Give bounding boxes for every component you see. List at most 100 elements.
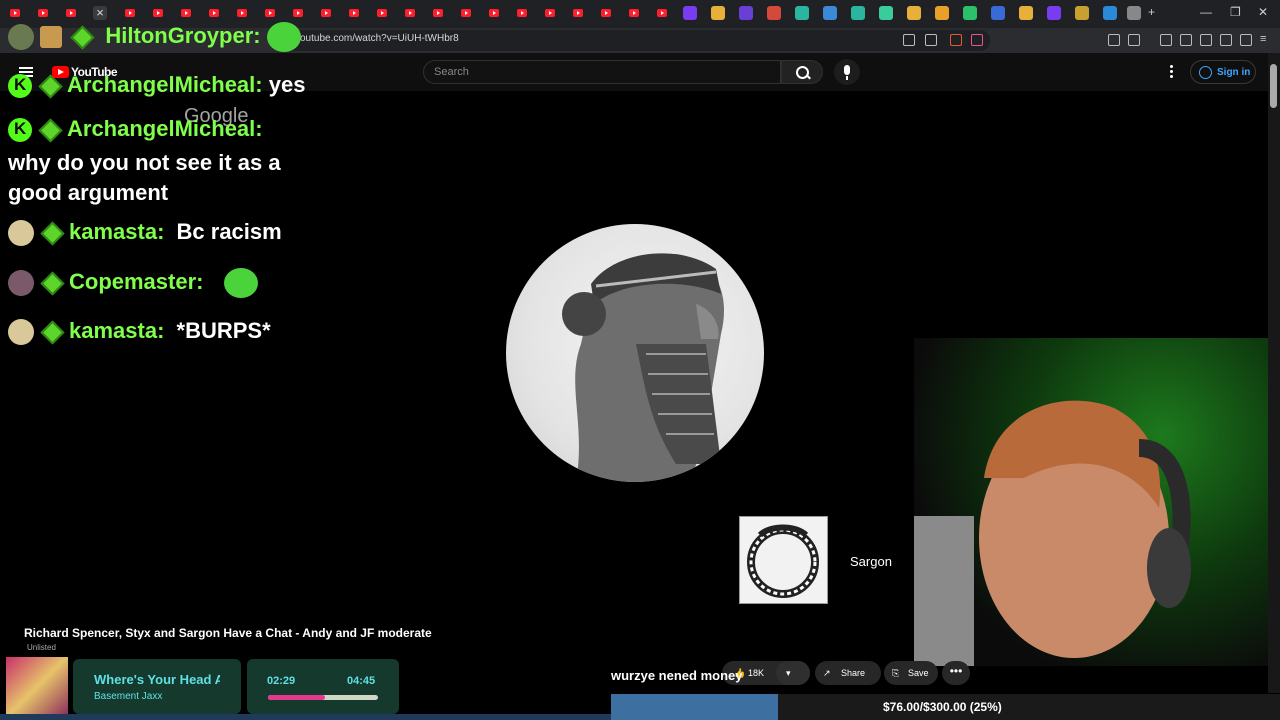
browser-tab[interactable]	[599, 6, 613, 20]
browser-tab[interactable]	[459, 6, 473, 20]
browser-tab[interactable]	[515, 6, 529, 20]
browser-tab[interactable]	[991, 6, 1005, 20]
screen-cast-icon[interactable]	[903, 34, 915, 46]
donation-message: wurzye nened money	[611, 668, 743, 683]
browser-tab[interactable]	[1103, 6, 1117, 20]
browser-tab[interactable]	[907, 6, 921, 20]
media-icon[interactable]	[1160, 34, 1172, 46]
channel-end-card[interactable]	[739, 516, 828, 604]
vpn-icon[interactable]	[1240, 34, 1252, 46]
user-avatar	[8, 319, 34, 346]
thumbs-down-icon: ▾	[786, 668, 791, 678]
dislike-button[interactable]: ▾	[776, 661, 810, 685]
streamer-webcam	[914, 338, 1268, 666]
share-button[interactable]: ↗ Share	[815, 661, 881, 685]
extension-icon[interactable]	[1108, 34, 1120, 46]
sign-in-button[interactable]: Sign in	[1190, 60, 1256, 84]
browser-tab[interactable]	[851, 6, 865, 20]
sidebar-icon[interactable]	[1180, 34, 1192, 46]
supporter-badge-icon	[38, 118, 63, 143]
browser-tab[interactable]	[571, 6, 585, 20]
album-art-image	[6, 657, 68, 717]
share-page-icon[interactable]	[925, 34, 937, 46]
browser-tab[interactable]	[823, 6, 837, 20]
donation-goal-fill	[611, 694, 779, 720]
search-icon[interactable]	[781, 60, 823, 84]
browser-tab[interactable]	[711, 6, 725, 20]
minimize-icon[interactable]: —	[1200, 5, 1212, 19]
download-icon[interactable]	[1220, 34, 1232, 46]
browser-tab[interactable]	[963, 6, 977, 20]
browser-tab[interactable]	[347, 6, 361, 20]
browser-tab[interactable]	[319, 6, 333, 20]
browser-tab[interactable]	[795, 6, 809, 20]
browser-tab[interactable]	[64, 6, 78, 20]
browser-tab[interactable]	[739, 6, 753, 20]
chat-message: ArchangelMicheal:	[8, 116, 263, 143]
browser-tab[interactable]	[487, 6, 501, 20]
browser-tab[interactable]	[403, 6, 417, 20]
wallet-icon[interactable]	[1200, 34, 1212, 46]
browser-tab[interactable]	[683, 6, 697, 20]
chat-username: ArchangelMicheal:	[67, 116, 263, 141]
chat-username: Copemaster:	[69, 268, 204, 294]
brave-shield-icon[interactable]	[950, 34, 962, 46]
search-input[interactable]	[423, 60, 781, 84]
extension-icon[interactable]	[1128, 34, 1140, 46]
browser-tab[interactable]	[235, 6, 249, 20]
new-tab-icon[interactable]: +	[1148, 5, 1155, 19]
browser-tab[interactable]	[8, 6, 22, 20]
song-artist: Basement Jaxx	[94, 691, 163, 702]
sargon-portrait-image	[506, 224, 764, 482]
donation-goal-text: $76.00/$300.00 (25%)	[883, 700, 1002, 714]
taskbar-strip	[0, 714, 611, 720]
chat-username: ArchangelMicheal:	[67, 72, 263, 97]
browser-tab[interactable]	[1075, 6, 1089, 20]
supporter-badge-icon	[40, 270, 65, 296]
browser-tab[interactable]	[655, 6, 669, 20]
chat-username: kamasta:	[69, 318, 165, 343]
chat-username: kamasta:	[69, 219, 165, 244]
like-count: 18K	[748, 668, 765, 678]
close-tab-icon[interactable]: ×	[93, 6, 107, 20]
url-text[interactable]: youtube.com/watch?v=UiUH-tWHbr8	[295, 33, 459, 44]
supporter-badge-icon	[70, 24, 95, 50]
browser-tab[interactable]	[767, 6, 781, 20]
browser-tab[interactable]	[879, 6, 893, 20]
browser-tab[interactable]	[123, 6, 137, 20]
browser-menu-icon[interactable]: ≡	[1260, 34, 1272, 46]
browser-tab[interactable]	[935, 6, 949, 20]
more-options-icon[interactable]	[1170, 65, 1174, 79]
kick-badge-icon	[8, 74, 32, 99]
microphone-icon[interactable]	[834, 59, 860, 85]
maximize-icon[interactable]: ❐	[1230, 5, 1241, 19]
browser-tab[interactable]	[151, 6, 165, 20]
chat-username: HiltonGroyper:	[105, 22, 261, 48]
song-total-time: 04:45	[347, 675, 376, 687]
search-placeholder: Search	[434, 66, 469, 78]
gift-badge-icon	[40, 26, 63, 48]
end-card-channel-name[interactable]: Sargon	[850, 554, 892, 569]
browser-tab[interactable]	[431, 6, 445, 20]
browser-tab[interactable]	[1047, 6, 1061, 20]
page-scrollbar[interactable]	[1268, 53, 1280, 693]
browser-tab[interactable]	[1019, 6, 1033, 20]
browser-tab[interactable]	[291, 6, 305, 20]
browser-tab[interactable]	[375, 6, 389, 20]
browser-tab[interactable]	[207, 6, 221, 20]
rewards-icon[interactable]	[971, 34, 983, 46]
browser-tab[interactable]	[543, 6, 557, 20]
scrollbar-thumb[interactable]	[1270, 64, 1277, 108]
save-button[interactable]: ⎘ Save	[884, 661, 938, 685]
more-actions-button[interactable]: •••	[942, 661, 970, 685]
browser-tab[interactable]	[627, 6, 641, 20]
browser-tab[interactable]	[36, 6, 50, 20]
song-current-time: 02:29	[267, 675, 296, 687]
close-window-icon[interactable]: ✕	[1258, 5, 1268, 19]
chat-message: kamasta: *BURPS*	[8, 318, 271, 346]
browser-tab[interactable]	[1127, 6, 1141, 20]
browser-tab[interactable]	[263, 6, 277, 20]
browser-tab[interactable]	[179, 6, 193, 20]
save-label: Save	[908, 668, 929, 678]
supporter-badge-icon	[40, 320, 65, 345]
